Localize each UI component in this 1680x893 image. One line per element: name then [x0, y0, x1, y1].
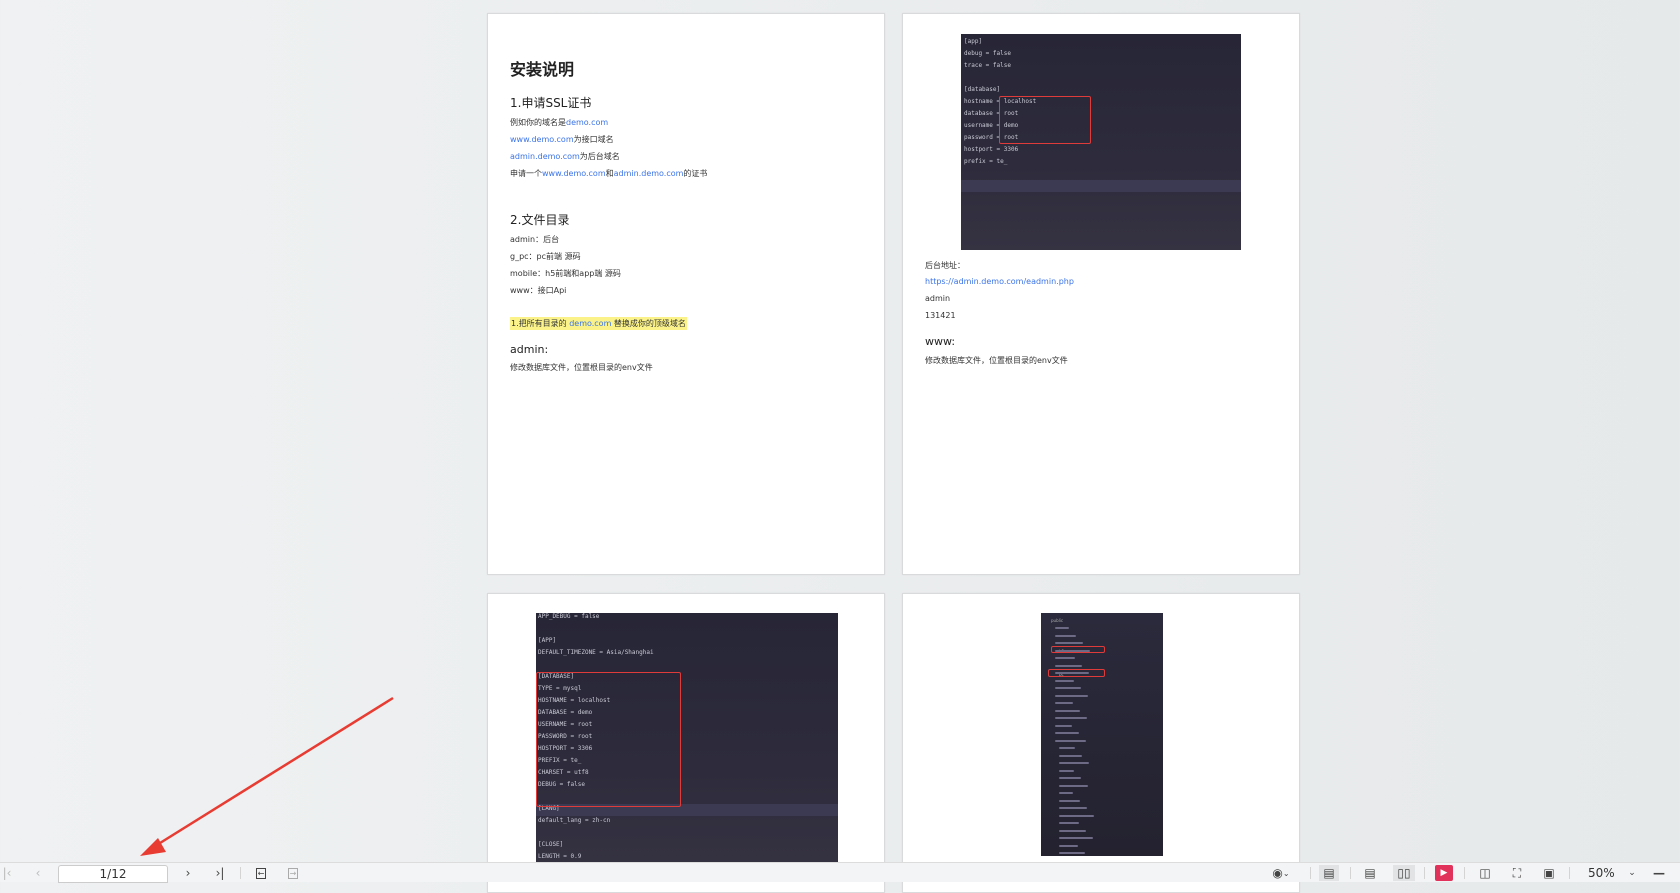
tree-row	[1059, 814, 1094, 817]
tree-row	[1055, 657, 1075, 659]
forward-icon[interactable]: →	[284, 865, 302, 881]
tree-row	[1055, 694, 1088, 697]
text-line: 后台地址：	[925, 261, 965, 270]
tree-row	[1055, 724, 1072, 727]
section-heading: 1.申请SSL证书	[510, 96, 592, 110]
tree-row	[1059, 799, 1080, 802]
tree-row	[1055, 687, 1081, 689]
text-line: 申请一个www.demo.com和admin.demo.com的证书	[510, 169, 708, 178]
link[interactable]: admin.demo.com	[510, 152, 580, 161]
bottom-toolbar: |‹ ‹ 1/12 › ›| ← → ◉ ⌄ ▤ ▤ ▯▯ ▶ ◫ ⛶ ▣ 50%…	[0, 862, 1680, 883]
link[interactable]: demo.com	[566, 118, 608, 127]
fit-width-icon[interactable]: ◫	[1476, 865, 1494, 881]
text-line: 修改数据库文件，位置根目录的env文件	[510, 363, 653, 372]
file-tree-screenshot: public h5 pc	[1041, 613, 1163, 856]
highlighted-note: 1.把所有目录的 demo.com 替换成你的顶级域名	[510, 317, 687, 330]
tree-row	[1055, 709, 1080, 712]
last-page-button[interactable]: ›|	[211, 865, 229, 881]
text-line: mobile：h5前端和app端 源码	[510, 269, 621, 278]
text-line: admin：后台	[510, 235, 560, 244]
tree-row	[1059, 807, 1087, 809]
tree-row	[1059, 822, 1079, 824]
tree-row	[1059, 784, 1088, 787]
text-line: 修改数据库文件，位置根目录的env文件	[925, 356, 1068, 365]
next-page-button[interactable]: ›	[179, 865, 197, 881]
text-line: 131421	[925, 311, 956, 320]
tree-row	[1055, 642, 1083, 644]
section-heading: admin:	[510, 343, 549, 356]
previous-page-button[interactable]: ‹	[29, 865, 47, 881]
folder-label: public	[1051, 618, 1064, 623]
document-page-4: public h5 pc	[902, 593, 1300, 893]
tree-row	[1059, 777, 1081, 779]
admin-url-link[interactable]: https://admin.demo.com/eadmin.php	[925, 277, 1074, 286]
section-heading: www:	[925, 335, 956, 348]
two-page-icon[interactable]: ▯▯	[1393, 865, 1415, 881]
eye-icon[interactable]: ◉ ⌄	[1266, 865, 1296, 881]
continuous-scroll-icon[interactable]: ▤	[1319, 865, 1339, 881]
document-page-1: 安装说明 1.申请SSL证书 例如你的域名是demo.com www.demo.…	[487, 13, 885, 575]
link[interactable]: www.demo.com	[542, 169, 606, 178]
text-line: 例如你的域名是demo.com	[510, 118, 609, 127]
tree-row	[1059, 852, 1085, 854]
tree-row	[1055, 664, 1082, 667]
first-page-button[interactable]: |‹	[0, 865, 16, 881]
back-icon[interactable]: ←	[252, 865, 270, 881]
env-screenshot: APP_DEBUG = false [APP] DEFAULT_TIMEZONE…	[536, 613, 838, 873]
page-title: 安装说明	[510, 60, 575, 79]
tree-row	[1059, 769, 1074, 772]
tree-row	[1055, 679, 1074, 682]
text-line: admin.demo.com为后台域名	[510, 152, 620, 161]
fit-page-icon[interactable]: ▣	[1540, 865, 1558, 881]
tree-row	[1059, 844, 1078, 847]
text-line: admin	[925, 294, 951, 303]
tree-row	[1059, 754, 1082, 757]
tree-row	[1059, 762, 1089, 764]
tree-row	[1055, 672, 1089, 674]
fullscreen-icon[interactable]: ⛶	[1508, 865, 1526, 881]
tree-row	[1059, 792, 1073, 794]
page-number-input[interactable]: 1/12	[58, 865, 168, 883]
text-line: www：接口Api	[510, 286, 567, 295]
tree-row	[1059, 829, 1086, 832]
zoom-dropdown-chevron-icon[interactable]: ⌄	[1623, 865, 1641, 881]
tree-row	[1059, 837, 1093, 839]
tree-row	[1055, 739, 1086, 742]
tree-row	[1055, 649, 1090, 652]
play-slideshow-button[interactable]: ▶	[1435, 865, 1453, 881]
tree-row	[1055, 702, 1073, 704]
tree-row	[1055, 634, 1076, 637]
config-screenshot: [app] debug = false trace = false [datab…	[961, 34, 1241, 250]
tree-row	[1055, 732, 1079, 734]
link[interactable]: admin.demo.com	[614, 169, 684, 178]
tree-row	[1059, 747, 1075, 749]
document-page-3: APP_DEBUG = false [APP] DEFAULT_TIMEZONE…	[487, 593, 885, 893]
text-line: www.demo.com为接口域名	[510, 135, 614, 144]
tree-row	[1055, 627, 1069, 629]
section-heading: 2.文件目录	[510, 213, 570, 227]
single-page-icon[interactable]: ▤	[1361, 865, 1379, 881]
zoom-level[interactable]: 50%	[1588, 866, 1615, 880]
document-page-2: [app] debug = false trace = false [datab…	[902, 13, 1300, 575]
tree-row	[1055, 717, 1087, 719]
text-line: g_pc：pc前端 源码	[510, 252, 581, 261]
link[interactable]: www.demo.com	[510, 135, 574, 144]
zoom-out-button[interactable]: —	[1650, 865, 1668, 881]
